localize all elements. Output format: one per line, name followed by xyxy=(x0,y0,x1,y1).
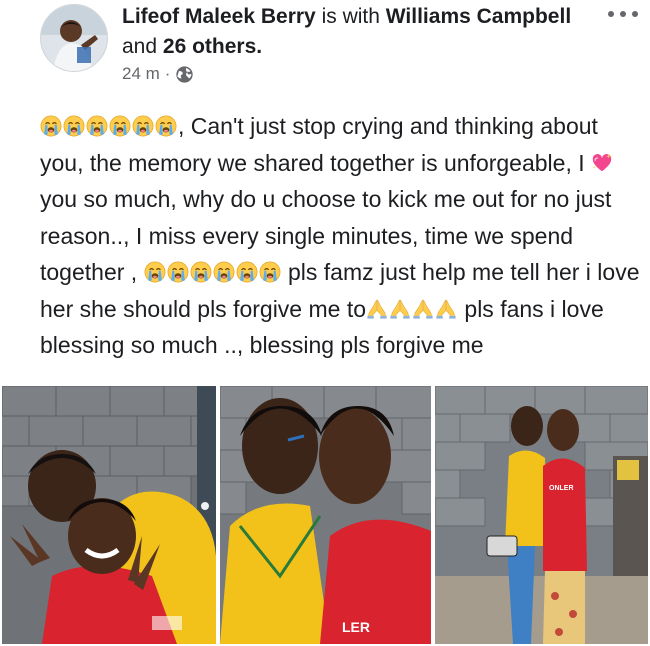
with-text: is with xyxy=(321,5,380,28)
tagged-name[interactable]: Williams Campbell xyxy=(386,5,571,28)
more-dot xyxy=(608,11,614,17)
praying-hands-emoji xyxy=(389,298,411,320)
photo-couple-kiss[interactable]: LER xyxy=(220,386,431,644)
post-message: , Can't just stop crying and thinking ab… xyxy=(40,108,640,364)
crying-face-emoji xyxy=(86,115,108,137)
crying-face-emoji xyxy=(109,115,131,137)
post-header: Lifeof Maleek Berry is with Williams Cam… xyxy=(0,0,650,96)
more-options-icon[interactable] xyxy=(608,4,638,24)
globe-icon[interactable] xyxy=(175,65,194,84)
crying-face-emoji xyxy=(40,115,62,137)
crying-face-emoji xyxy=(167,261,189,283)
post-meta: 24 m · xyxy=(122,62,194,86)
photo-grid: LER ONLER xyxy=(2,386,648,644)
photo-couple-standing[interactable]: ONLER xyxy=(435,386,648,644)
post-time[interactable]: 24 m xyxy=(122,64,160,84)
praying-hands-emoji xyxy=(412,298,434,320)
meta-separator: · xyxy=(164,64,171,83)
tagged-others[interactable]: 26 others. xyxy=(163,35,262,58)
author-avatar[interactable] xyxy=(40,4,108,72)
avatar-image xyxy=(41,5,107,71)
crying-face-emoji xyxy=(190,261,212,283)
shirt-text: ONLER xyxy=(549,485,574,492)
photo-couple-selfie[interactable] xyxy=(2,386,216,644)
post-author-line: Lifeof Maleek Berry is with Williams Cam… xyxy=(122,2,592,62)
crying-face-emoji xyxy=(132,115,154,137)
praying-hands-emoji xyxy=(435,298,457,320)
and-text: and xyxy=(122,35,158,58)
author-name[interactable]: Lifeof Maleek Berry xyxy=(122,5,316,28)
sparkling-heart-emoji xyxy=(591,152,613,174)
praying-hands-emoji xyxy=(366,298,388,320)
crying-face-emoji xyxy=(155,115,177,137)
crying-face-emoji xyxy=(144,261,166,283)
crying-face-emoji xyxy=(259,261,281,283)
crying-face-emoji xyxy=(236,261,258,283)
jersey-text: LER xyxy=(342,619,370,635)
crying-face-emoji xyxy=(213,261,235,283)
more-dot xyxy=(620,11,626,17)
crying-face-emoji xyxy=(63,115,85,137)
more-dot xyxy=(632,11,638,17)
